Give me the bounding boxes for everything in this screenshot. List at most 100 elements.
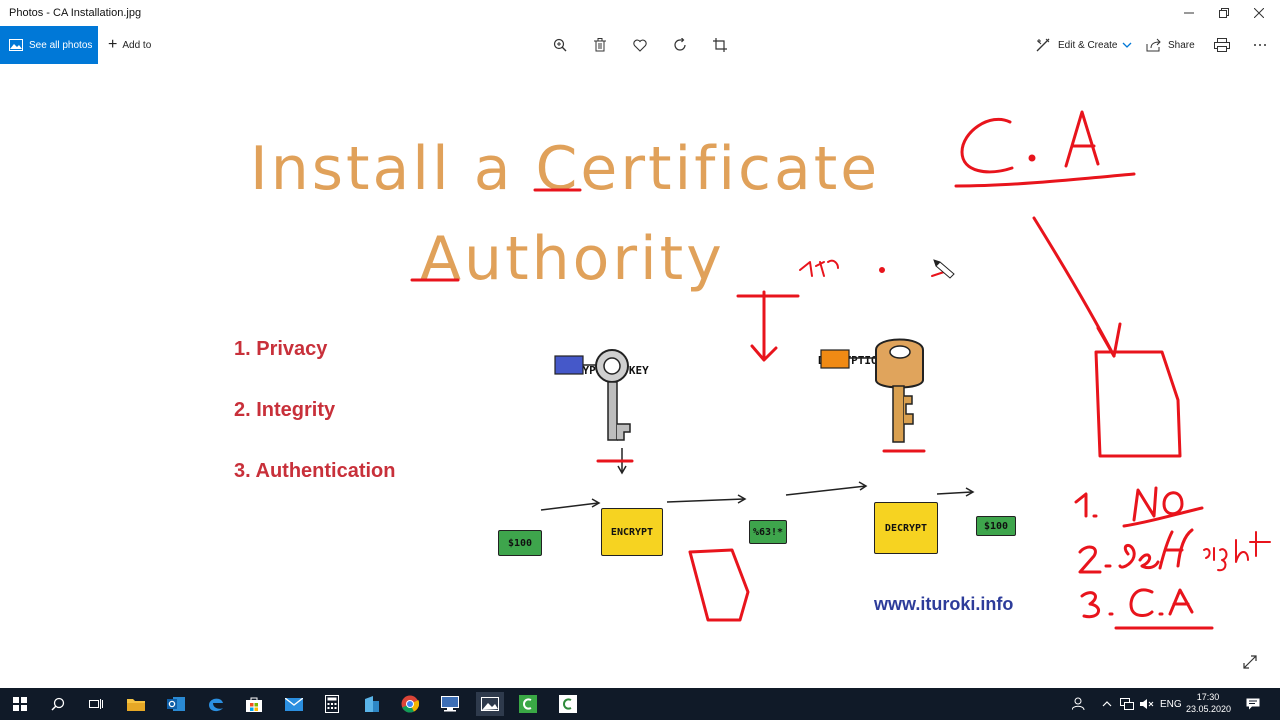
taskbar-outlook[interactable] [164, 692, 188, 716]
share-label: Share [1168, 39, 1195, 51]
clock-date: 23.05.2020 [1186, 704, 1232, 714]
slide-title-line1: Install a Certificate [250, 134, 881, 204]
rotate-icon [674, 38, 686, 51]
toolbar: See all photos + Add to Edit & Create Sh… [0, 26, 1280, 64]
bullet-list: 1. Privacy 2. Integrity 3. Authenticatio… [234, 338, 395, 521]
encryption-key-label: ENCRYPTION KEY [556, 364, 649, 377]
zoom-in-icon [553, 38, 567, 52]
title-bar: Photos - CA Installation.jpg [0, 0, 1280, 26]
outlook-icon [167, 697, 185, 711]
plus-icon: + [108, 36, 118, 53]
edit-create-button[interactable]: Edit & Create [1036, 26, 1132, 64]
taskbar-mail[interactable] [282, 692, 306, 716]
edge-icon [209, 698, 223, 712]
expand-icon [1243, 655, 1257, 669]
full-screen-button[interactable] [1240, 652, 1260, 672]
crop-icon [713, 38, 727, 52]
print-button[interactable] [1212, 35, 1232, 55]
heart-icon [633, 39, 647, 52]
zoom-button[interactable] [550, 35, 570, 55]
close-button[interactable] [1242, 0, 1276, 26]
see-all-photos-label: See all photos [29, 39, 93, 51]
taskbar-remote-desktop[interactable] [438, 692, 462, 716]
bullet-authentication: 3. Authentication [234, 460, 396, 482]
print-icon [1214, 38, 1230, 52]
see-all-photos-button[interactable]: See all photos [0, 26, 98, 64]
taskbar-calculator[interactable] [320, 692, 344, 716]
search-button[interactable] [46, 692, 70, 716]
bullet-privacy: 1. Privacy [234, 338, 328, 360]
taskbar-edge[interactable] [204, 692, 228, 716]
camtasia-icon [519, 695, 537, 713]
edit-create-label: Edit & Create [1058, 39, 1118, 51]
decrypt-box: DECRYPT [874, 502, 938, 554]
people-button[interactable] [1072, 688, 1086, 720]
volume-button[interactable] [1140, 688, 1154, 720]
bullet-integrity: 2. Integrity [234, 399, 336, 421]
slide-title: Install a Certificate Authority [250, 124, 880, 304]
network-icon [1120, 698, 1134, 710]
add-to-label: Add to [122, 39, 152, 51]
crop-button[interactable] [710, 35, 730, 55]
chevron-down-icon [1123, 42, 1132, 48]
network-button[interactable] [1120, 688, 1134, 720]
taskbar-camtasia-recorder[interactable] [556, 692, 580, 716]
plaintext-box: $100 [498, 530, 542, 556]
delete-button[interactable] [590, 35, 610, 55]
more-options-button[interactable] [1250, 35, 1270, 55]
taskbar-chrome[interactable] [398, 692, 422, 716]
taskbar-app-blue[interactable] [360, 692, 384, 716]
share-button[interactable]: Share [1146, 26, 1195, 64]
taskbar: ENG 17:30 23.05.2020 [0, 688, 1280, 720]
store-icon [246, 697, 262, 712]
windows-icon [13, 697, 27, 711]
chevron-up-icon [1102, 701, 1112, 707]
calculator-icon [325, 695, 339, 713]
add-to-button[interactable]: + Add to [108, 26, 151, 64]
close-icon [1254, 8, 1264, 18]
rotate-button[interactable] [670, 35, 690, 55]
result-box: $100 [976, 516, 1016, 536]
window-title: Photos - CA Installation.jpg [9, 7, 142, 19]
folder-icon [127, 699, 145, 711]
taskbar-camtasia[interactable] [516, 692, 540, 716]
taskbar-file-explorer[interactable] [124, 692, 148, 716]
more-icon [1254, 44, 1266, 46]
notifications-icon [1246, 698, 1260, 710]
chrome-icon [401, 695, 419, 713]
restore-button[interactable] [1207, 0, 1241, 26]
restore-icon [1219, 8, 1229, 18]
camtasia-recorder-icon [559, 695, 577, 713]
remote-desktop-icon [441, 696, 459, 712]
taskbar-photos[interactable] [476, 692, 504, 716]
photos-icon [9, 39, 23, 51]
photos-app-icon [481, 697, 499, 711]
decryption-key-label: DECRYPTION KEY [818, 354, 911, 367]
photo-viewer: Install a Certificate Authority 1. Priva… [0, 64, 1280, 688]
task-view-button[interactable] [84, 692, 108, 716]
start-button[interactable] [8, 692, 32, 716]
task-view-icon [89, 699, 103, 709]
slide-title-line2: Authority [420, 224, 725, 294]
action-center-button[interactable] [1246, 688, 1260, 720]
trash-icon [594, 38, 606, 52]
website-url: www.ituroki.info [874, 594, 1014, 614]
encrypt-box: ENCRYPT [601, 508, 663, 556]
clock[interactable]: 17:30 23.05.2020 [1186, 691, 1232, 715]
clock-time: 17:30 [1196, 692, 1220, 702]
slide-image: Install a Certificate Authority 1. Priva… [228, 96, 1058, 636]
share-icon [1146, 38, 1161, 52]
minimize-icon [1184, 12, 1194, 14]
people-icon [1072, 697, 1085, 711]
building-icon [365, 696, 379, 712]
favorite-button[interactable] [630, 35, 650, 55]
volume-muted-icon [1140, 699, 1154, 709]
search-icon [51, 697, 65, 711]
mail-icon [285, 697, 303, 711]
edit-create-icon [1036, 38, 1050, 52]
show-hidden-icons-button[interactable] [1102, 688, 1112, 720]
ciphertext-box: %63!* [749, 520, 787, 544]
minimize-button[interactable] [1172, 0, 1206, 26]
input-language[interactable]: ENG [1160, 688, 1182, 720]
taskbar-store[interactable] [242, 692, 266, 716]
